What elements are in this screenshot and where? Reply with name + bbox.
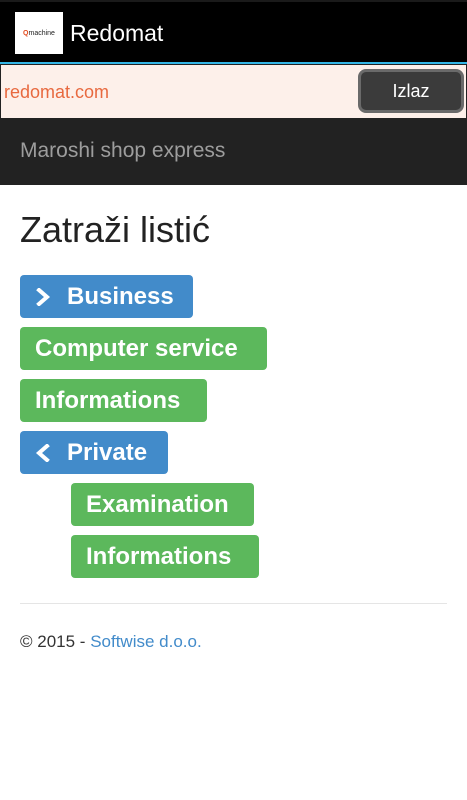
- group-label: Private: [67, 438, 148, 466]
- service-computer-service-button[interactable]: Computer service: [20, 327, 267, 370]
- page-title: Zatraži listić: [20, 209, 211, 250]
- service-informations-private-button[interactable]: Informations: [71, 535, 259, 578]
- service-label: Examination: [86, 490, 229, 518]
- service-label: Computer service: [35, 334, 238, 362]
- footer-copyright: © 2015 -: [20, 632, 91, 651]
- group-private-button[interactable]: Private: [20, 431, 168, 474]
- footer-company-link[interactable]: Softwise d.o.o.: [90, 632, 202, 651]
- group-business-button[interactable]: Business: [20, 275, 193, 318]
- app-title: Redomat: [70, 20, 164, 46]
- exit-button[interactable]: Izlaz: [358, 69, 464, 113]
- group-label: Business: [67, 282, 174, 310]
- chevron-left-icon: [35, 443, 57, 462]
- footer-divider: [20, 603, 447, 604]
- service-label: Informations: [35, 386, 181, 414]
- service-informations-button[interactable]: Informations: [20, 379, 207, 422]
- app-logo: Qmachine: [15, 12, 63, 54]
- navbar: Maroshi shop express: [0, 119, 467, 185]
- service-examination-button[interactable]: Examination: [71, 483, 254, 526]
- footer: © 2015 - Softwise d.o.o.: [20, 632, 202, 652]
- navbar-brand[interactable]: Maroshi shop express: [20, 139, 225, 163]
- service-label: Informations: [86, 542, 232, 570]
- site-url-label[interactable]: redomat.com: [4, 82, 109, 103]
- chevron-right-icon: [35, 287, 57, 306]
- web-header-bar: redomat.com Izlaz: [0, 64, 467, 119]
- app-bar: Qmachine Redomat: [0, 0, 467, 64]
